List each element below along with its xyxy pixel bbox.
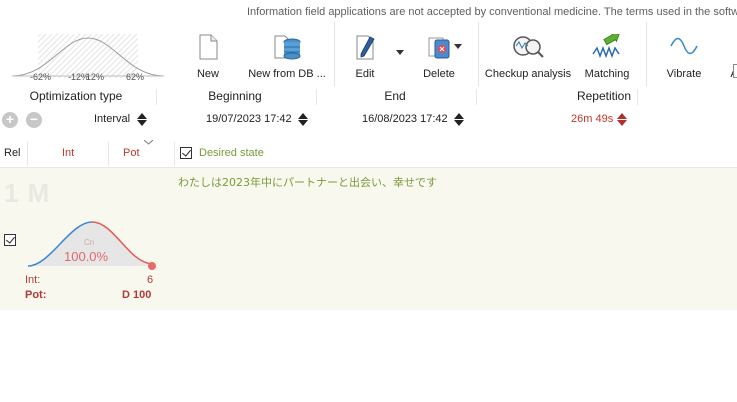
optimization-type-value: Interval	[94, 113, 131, 125]
delete-button[interactable]: Delete	[418, 30, 460, 80]
sort-chevron-icon	[144, 140, 153, 145]
remove-icon[interactable]: −	[26, 112, 42, 128]
chevron-down-icon[interactable]	[454, 44, 462, 50]
column-divider	[637, 89, 638, 105]
magnifier-chart-icon	[513, 36, 544, 58]
list-header: Rel Int Pot Desired state	[0, 140, 737, 168]
disclaimer-text: Information field applications are not a…	[247, 6, 737, 18]
toolbar-separator	[478, 22, 479, 86]
schedule-values: + − Interval 19/07/2023 17:42 16/08/2023…	[0, 108, 737, 132]
matching-button[interactable]: Matching	[582, 30, 632, 80]
trash-icon	[428, 37, 450, 59]
document-icon	[199, 34, 218, 60]
new-from-db-button[interactable]: New from DB ...	[244, 30, 330, 80]
match-percentage: 100.0%	[64, 249, 109, 264]
column-optimization-type: Optimization type	[29, 89, 123, 103]
end-spinner[interactable]	[454, 113, 464, 127]
add-icon[interactable]: +	[2, 112, 18, 128]
beginning-value[interactable]: 19/07/2023 17:42	[206, 113, 292, 125]
schedule-header: Optimization type Beginning End Repetiti…	[0, 86, 737, 108]
app-window: { "notice": "Information field applicati…	[0, 0, 737, 402]
tick-label: 62%	[126, 72, 145, 82]
distribution-preview-chart	[11, 34, 165, 78]
pot-label: Pot:	[25, 289, 47, 301]
scroll-handle[interactable]	[733, 64, 737, 78]
column-end: End	[384, 89, 406, 103]
pen-document-icon	[356, 35, 375, 60]
vibrate-button[interactable]: Vibrate	[662, 30, 706, 80]
pot-column[interactable]: Pot	[123, 147, 140, 159]
pot-value: D 100	[122, 289, 152, 301]
group-title: 1 M	[4, 178, 51, 208]
sine-wave-icon	[670, 37, 698, 55]
intensity-curve	[27, 221, 156, 270]
tick-label: 12%	[86, 72, 105, 82]
column-divider	[27, 142, 28, 166]
int-column[interactable]: Int	[62, 147, 74, 159]
column-beginning: Beginning	[208, 89, 262, 103]
column-repetition: Repetition	[576, 89, 631, 103]
type-spinner[interactable]	[137, 113, 147, 127]
database-document-icon	[274, 35, 301, 60]
new-button[interactable]: New	[190, 30, 226, 80]
tick-label: -62%	[30, 72, 52, 82]
ribbon-toolbar: -62% -12% 12% 62% New New from DB ... Ed…	[0, 22, 737, 86]
edit-button[interactable]: Edit	[348, 30, 382, 80]
checkup-analysis-button[interactable]: Checkup analysis	[485, 30, 571, 80]
desired-state-label: Desired state	[199, 147, 264, 159]
toolbar-separator	[334, 22, 335, 86]
chevron-down-icon[interactable]	[396, 50, 404, 56]
column-divider	[174, 142, 175, 166]
curve-tag: Cn	[84, 238, 95, 247]
end-value[interactable]: 16/08/2023 17:42	[362, 113, 448, 125]
desired-state-text[interactable]: わたしは2023年中にパートナーと出会い、幸せです	[178, 174, 437, 190]
repetition-value[interactable]: 26m 49s	[571, 113, 613, 125]
rel-column[interactable]: Rel	[4, 147, 21, 159]
column-divider	[108, 142, 109, 166]
repetition-spinner[interactable]	[617, 113, 627, 127]
desired-state-checkbox[interactable]	[180, 147, 192, 159]
toolbar-separator	[646, 22, 647, 86]
int-value: 6	[147, 274, 154, 286]
beginning-spinner[interactable]	[298, 113, 308, 127]
entry-panel: 1 M わたしは2023年中にパートナーと出会い、幸せです Cn 100.0% …	[0, 168, 737, 310]
entry-checkbox[interactable]	[4, 234, 16, 246]
matching-wave-icon	[592, 34, 620, 59]
int-label: Int:	[25, 274, 41, 286]
